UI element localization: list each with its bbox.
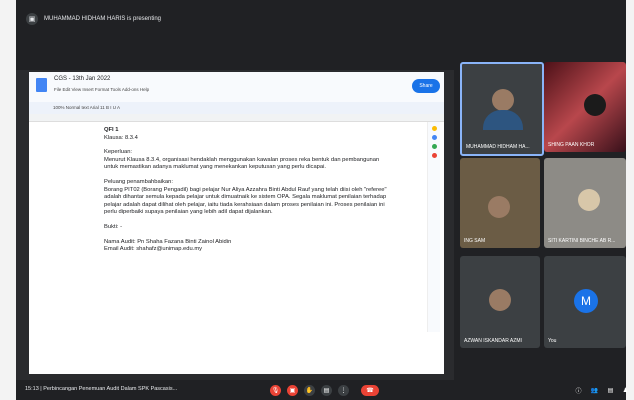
participant-name: You <box>548 338 557 344</box>
participant-avatar <box>578 189 600 211</box>
participant-avatar <box>492 89 514 111</box>
participant-name: ING SAM <box>464 238 486 244</box>
camera-off-button[interactable]: ▣ <box>287 385 298 396</box>
doc-ruler <box>29 114 444 122</box>
video-meeting-window: ▣ MUHAMMAD HIDHAM HARIS is presenting CG… <box>0 0 634 400</box>
participant-avatar <box>488 196 510 218</box>
google-doc-window: CGS - 13th Jan 2022 File Edit View Inser… <box>29 72 444 374</box>
doc-toolbar[interactable]: 100% Normal text Arial 11 B I U A <box>29 102 444 114</box>
evidence-line: Bukti: - <box>104 223 123 230</box>
doc-menu[interactable]: File Edit View Insert Format Tools Add-o… <box>54 87 149 92</box>
improvement-body: Borang PIT02 (Borang Pengadil) bagi pela… <box>104 186 387 216</box>
meeting-control-bar: 15:13 | Perbincangan Penemuan Audit Dala… <box>16 380 628 400</box>
participant-tile-azwan[interactable]: AZWAN ISKANDAR AZMI <box>460 256 540 348</box>
maps-icon[interactable] <box>431 153 437 158</box>
chat-icon[interactable]: ▤ <box>605 385 616 396</box>
participant-name: SHING PAAN KHOR <box>548 142 595 148</box>
info-icon[interactable]: ⓘ <box>573 385 584 396</box>
document-text: QFI 1 Klausa: 8.3.4 Keperluan: Menurut K… <box>104 127 389 254</box>
present-button[interactable]: ▤ <box>321 385 332 396</box>
participant-tile-muhammad[interactable]: MUHAMMAD HIDHAM HA... <box>460 62 544 156</box>
presenter-status: MUHAMMAD HIDHAM HARIS is presenting <box>44 16 162 22</box>
qfi-heading: QFI 1 <box>104 127 119 133</box>
document-page: QFI 1 Klausa: 8.3.4 Keperluan: Menurut K… <box>84 127 429 374</box>
tasks-icon[interactable] <box>431 135 437 140</box>
participant-avatar <box>489 289 511 311</box>
presenter-bar: ▣ MUHAMMAD HIDHAM HARIS is presenting <box>16 8 626 30</box>
participant-tile-you[interactable]: M You <box>544 256 626 348</box>
self-avatar: M <box>574 289 598 313</box>
doc-title[interactable]: CGS - 13th Jan 2022 <box>54 76 110 82</box>
mic-off-button[interactable]: 🎙 <box>270 385 281 396</box>
doc-header: CGS - 13th Jan 2022 File Edit View Inser… <box>29 72 444 103</box>
participant-body <box>483 110 523 130</box>
requirement-label: Keperluan: <box>104 149 133 156</box>
clause-line: Klausa: 8.3.4 <box>104 134 138 141</box>
docs-icon <box>36 78 47 92</box>
people-icon[interactable]: 👥 <box>589 385 600 396</box>
activities-icon[interactable]: ♟ <box>620 385 631 396</box>
toolbar-format-controls[interactable]: 100% Normal text Arial 11 B I U A <box>53 105 120 110</box>
right-page-edge <box>626 0 634 400</box>
raise-hand-button[interactable]: ✋ <box>304 385 315 396</box>
leave-call-button[interactable]: ☎ <box>361 385 379 396</box>
left-page-edge <box>0 0 16 400</box>
contacts-icon[interactable] <box>431 144 437 149</box>
participant-name: SITI KARTINI BINCHE AB R... <box>548 238 616 244</box>
auditor-line: Nama Audit: Pn Shaha Fazana Binti Zainol… <box>104 238 232 245</box>
participant-avatar <box>584 94 606 116</box>
shared-screen-top-shade <box>16 38 454 70</box>
share-button[interactable]: Share <box>412 79 440 93</box>
keep-icon[interactable] <box>431 126 437 131</box>
meeting-time-title: 15:13 | Perbincangan Penemuan Audit Dala… <box>25 386 178 392</box>
participant-tile-siti[interactable]: SITI KARTINI BINCHE AB R... <box>544 158 626 248</box>
docs-side-panel <box>427 122 440 332</box>
participant-tile-shing[interactable]: SHING PAAN KHOR <box>544 62 626 152</box>
presenter-icon: ▣ <box>26 13 38 25</box>
auditor-email: Email Audit: shahafz@unimap.edu.my <box>104 246 203 253</box>
more-options-button[interactable]: ⋮ <box>338 385 349 396</box>
participant-name: MUHAMMAD HIDHAM HA... <box>466 144 530 150</box>
improvement-label: Peluang penambahbaikan: <box>104 178 173 185</box>
participant-tile-ing-sam[interactable]: ING SAM <box>460 158 540 248</box>
requirement-body: Menurut Klausa 8.3.4, organisasi hendakl… <box>104 156 380 171</box>
participant-name: AZWAN ISKANDAR AZMI <box>464 338 522 344</box>
shared-screen: CGS - 13th Jan 2022 File Edit View Inser… <box>16 38 454 380</box>
